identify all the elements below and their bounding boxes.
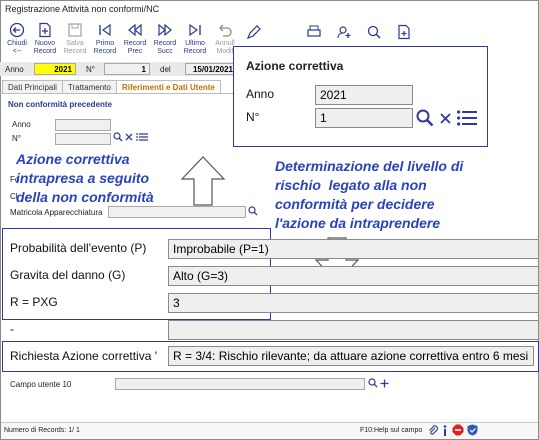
matricola-field[interactable] xyxy=(108,206,246,218)
azione-list-icon[interactable] xyxy=(457,110,477,126)
gravita-field[interactable]: Alto (G=3) xyxy=(168,266,539,286)
nc-list-icon[interactable] xyxy=(136,132,148,142)
records-count: Numero di Records: 1/ 1 xyxy=(4,427,80,434)
help-hint: F10:Help sul campo xyxy=(360,427,423,434)
edit-icon[interactable] xyxy=(246,24,262,40)
search-icon[interactable] xyxy=(366,24,382,40)
new-record-button[interactable]: Nuovo Record xyxy=(30,22,60,62)
nc-number-label: N° xyxy=(12,134,21,143)
new-document-icon xyxy=(39,22,51,38)
nc-anno-label: Anno xyxy=(12,120,31,129)
probabilita-field[interactable]: Improbabile (P=1) xyxy=(168,239,539,259)
r-field[interactable]: 3 xyxy=(168,293,539,313)
tab-trattamento[interactable]: Trattamento xyxy=(62,80,117,93)
annotation-azione-correttiva: Azione correttiva intrapresa a seguito d… xyxy=(16,151,154,205)
azione-anno-label: Anno xyxy=(246,87,275,101)
prev-record-icon xyxy=(128,23,142,37)
first-record-button[interactable]: Primo Record xyxy=(90,22,120,62)
back-arrow-icon xyxy=(9,22,25,38)
campo10-label: Campo utente 10 xyxy=(10,380,72,389)
attachment-icon[interactable] xyxy=(428,425,438,436)
dash-field[interactable] xyxy=(168,320,539,340)
stop-icon[interactable] xyxy=(452,424,464,436)
annotation-livello-rischio: Determinazione del livello di rischio le… xyxy=(275,158,464,231)
azione-number-field[interactable]: 1 xyxy=(315,108,413,128)
undo-changes-label: Annull Modif xyxy=(215,40,235,55)
prev-record-label: Record Prec xyxy=(123,40,147,55)
print-icon[interactable] xyxy=(306,24,322,40)
up-arrow-icon xyxy=(180,156,226,206)
last-record-icon xyxy=(189,23,201,37)
add-user-icon[interactable] xyxy=(336,24,352,40)
nc-number-field[interactable] xyxy=(55,133,111,145)
probabilita-label: Probabilità dell'evento (P) xyxy=(10,241,147,255)
tab-dati-principali[interactable]: Dati Principali xyxy=(2,80,63,93)
campo10-search-icon[interactable] xyxy=(368,378,378,388)
azione-search-icon[interactable] xyxy=(416,109,434,127)
matricola-search-icon[interactable] xyxy=(248,206,258,216)
next-record-button[interactable]: Record Succ xyxy=(150,22,180,62)
last-record-label: Ultimo Record xyxy=(183,40,207,55)
save-icon xyxy=(68,23,82,37)
richiesta-label: Richiesta Azione correttiva ' xyxy=(10,349,158,363)
nc-section-title: Non conformità precedente xyxy=(8,100,113,109)
close-label: Chiudi <-- xyxy=(7,40,27,55)
r-label: R = PXG xyxy=(10,295,58,309)
tab-riferimenti[interactable]: Riferimenti e Dati Utente xyxy=(116,80,221,93)
azione-title: Azione correttiva xyxy=(246,59,344,73)
add-document-icon[interactable] xyxy=(396,24,412,40)
tab-divider xyxy=(0,93,240,94)
number-label: N° xyxy=(86,65,95,74)
azione-anno-field[interactable]: 2021 xyxy=(315,85,413,105)
anno-field[interactable]: 2021 xyxy=(34,63,76,75)
save-record-button[interactable]: Salva Record xyxy=(60,22,90,62)
number-field[interactable]: 1 xyxy=(104,63,150,75)
azione-number-label: N° xyxy=(246,110,260,124)
last-record-button[interactable]: Ultimo Record xyxy=(180,22,210,62)
info-icon[interactable] xyxy=(442,425,448,436)
next-record-label: Record Succ xyxy=(153,40,177,55)
prev-record-button[interactable]: Record Prec xyxy=(120,22,150,62)
richiesta-field[interactable]: R = 3/4: Rischio rilevante; da attuare a… xyxy=(168,346,534,366)
undo-icon xyxy=(219,24,232,37)
new-record-label: Nuovo Record xyxy=(33,40,57,55)
dash-label: - xyxy=(10,322,14,336)
next-record-icon xyxy=(158,23,172,37)
nc-anno-field[interactable] xyxy=(55,119,111,131)
matricola-label: Matricola Apparecchiatura xyxy=(10,208,103,217)
save-record-label: Salva Record xyxy=(63,40,87,55)
close-button[interactable]: Chiudi <-- xyxy=(2,22,32,62)
date-label: del xyxy=(160,65,171,74)
anno-label: Anno xyxy=(5,65,24,74)
window-title: Registrazione Attività non conformi/NC xyxy=(5,4,160,14)
azione-clear-icon[interactable] xyxy=(440,113,451,124)
campo10-field[interactable] xyxy=(115,378,365,390)
gravita-label: Gravita del danno (G) xyxy=(10,268,126,282)
first-record-label: Primo Record xyxy=(93,40,117,55)
first-record-icon xyxy=(99,23,111,37)
nc-search-icon[interactable] xyxy=(113,132,123,142)
date-field[interactable]: 15/01/2021 xyxy=(185,63,237,75)
campo10-add-icon[interactable] xyxy=(380,379,389,388)
nc-clear-icon[interactable] xyxy=(125,133,133,141)
shield-icon[interactable] xyxy=(467,424,478,436)
